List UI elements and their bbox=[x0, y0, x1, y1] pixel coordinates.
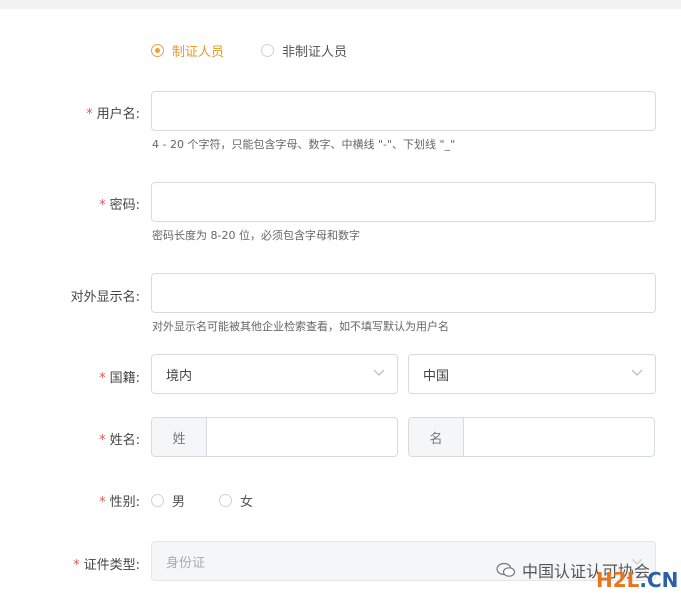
surname-input-group[interactable]: 姓 bbox=[151, 417, 398, 457]
personnel-type-label: 制证人员 bbox=[172, 45, 225, 60]
password-label: * 密码: bbox=[0, 194, 140, 213]
required-star: * bbox=[99, 371, 106, 386]
given-name-addon: 名 bbox=[409, 418, 464, 456]
wechat-icon bbox=[496, 562, 516, 577]
username-label-text: 用户名: bbox=[96, 107, 140, 122]
password-label-text: 密码: bbox=[109, 198, 140, 213]
nationality-country-value: 中国 bbox=[423, 368, 450, 384]
radio-unchecked-icon[interactable] bbox=[261, 44, 274, 57]
chevron-down-icon bbox=[631, 369, 643, 376]
gender-option-label: 男 bbox=[172, 495, 186, 510]
nationality-region-select[interactable]: 境内 bbox=[151, 354, 398, 394]
personnel-type-option-non-certifier[interactable]: 非制证人员 bbox=[261, 41, 347, 60]
id-type-value: 身份证 bbox=[166, 555, 206, 571]
required-star: * bbox=[99, 495, 106, 510]
name-label: * 姓名: bbox=[0, 429, 140, 448]
top-bar bbox=[0, 0, 681, 9]
chevron-down-icon bbox=[373, 369, 385, 376]
h2l-logo: H2L.CN bbox=[596, 568, 678, 592]
username-hint: 4 - 20 个字符，只能包含字母、数字、中横线 "-"、下划线 "_" bbox=[152, 138, 456, 151]
nationality-region-value: 境内 bbox=[166, 368, 193, 384]
gender-option-label: 女 bbox=[240, 495, 254, 510]
gender-label-text: 性别: bbox=[109, 495, 140, 510]
password-input[interactable] bbox=[151, 182, 656, 222]
required-star: * bbox=[99, 433, 106, 448]
nationality-label-text: 国籍: bbox=[109, 371, 140, 386]
gender-option-female[interactable]: 女 bbox=[219, 491, 253, 510]
required-star: * bbox=[73, 558, 80, 573]
nationality-label: * 国籍: bbox=[0, 367, 140, 386]
h2l-logo-main: H2L bbox=[596, 568, 640, 592]
id-type-label-text: 证件类型: bbox=[83, 558, 140, 573]
name-label-text: 姓名: bbox=[109, 433, 140, 448]
display-name-hint: 对外显示名可能被其他企业检索查看，如不填写默认为用户名 bbox=[152, 320, 449, 333]
required-star: * bbox=[99, 198, 106, 213]
display-name-label-text: 对外显示名: bbox=[70, 290, 140, 305]
required-star: * bbox=[86, 107, 93, 122]
personnel-type-option-certifier[interactable]: 制证人员 bbox=[151, 41, 224, 60]
display-name-input[interactable] bbox=[151, 273, 656, 313]
id-type-label: * 证件类型: bbox=[0, 554, 140, 573]
display-name-label: 对外显示名: bbox=[0, 286, 140, 305]
radio-checked-icon[interactable] bbox=[151, 44, 164, 57]
surname-addon: 姓 bbox=[152, 418, 207, 456]
gender-option-male[interactable]: 男 bbox=[151, 491, 185, 510]
password-hint: 密码长度为 8-20 位，必须包含字母和数字 bbox=[152, 229, 360, 242]
nationality-country-select[interactable]: 中国 bbox=[408, 354, 656, 394]
personnel-type-label: 非制证人员 bbox=[282, 45, 348, 60]
h2l-logo-suffix: .CN bbox=[639, 568, 679, 592]
radio-unchecked-icon[interactable] bbox=[219, 494, 232, 507]
username-input[interactable] bbox=[151, 91, 656, 131]
username-label: * 用户名: bbox=[0, 103, 140, 122]
gender-label: * 性别: bbox=[0, 491, 140, 510]
given-name-input[interactable] bbox=[464, 418, 654, 456]
given-name-input-group[interactable]: 名 bbox=[408, 417, 655, 457]
radio-unchecked-icon[interactable] bbox=[151, 494, 164, 507]
surname-input[interactable] bbox=[207, 418, 397, 456]
